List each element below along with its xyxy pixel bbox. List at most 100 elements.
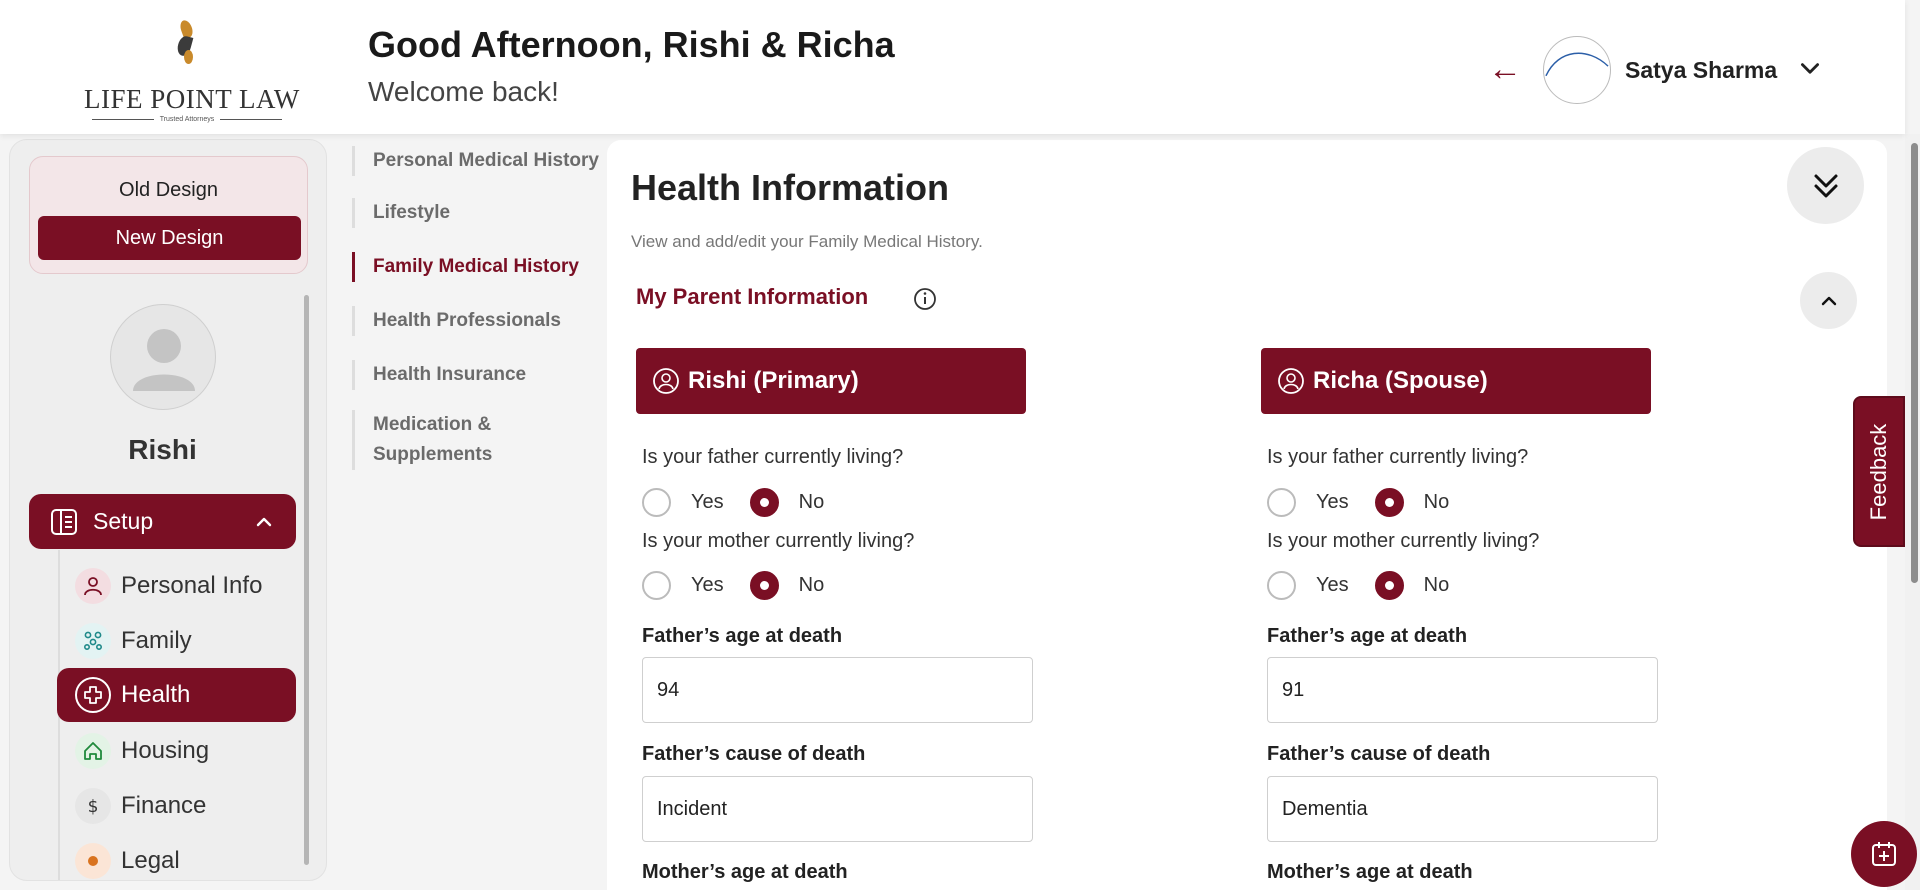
add-event-button[interactable] (1851, 821, 1917, 887)
mother-living-yes-radio[interactable] (1267, 571, 1296, 600)
subnav-label-line: Medication & (373, 414, 492, 435)
sidebar-item-label: Health (121, 681, 191, 708)
user-icon (75, 568, 111, 604)
back-arrow-icon[interactable]: ← (1488, 52, 1522, 86)
subnav-personal-medical-history[interactable]: Personal Medical History (352, 146, 602, 176)
sidebar-item-personal-info[interactable]: Personal Info (57, 559, 296, 613)
feedback-tab[interactable]: Feedback (1853, 396, 1905, 547)
father-age-label: Father’s age at death (1267, 625, 1468, 647)
new-design-button[interactable]: New Design (38, 216, 301, 260)
feedback-label: Feedback (1866, 423, 1891, 520)
sidebar-item-label: Personal Info (121, 572, 263, 599)
setup-section-toggle[interactable]: Setup (29, 494, 296, 549)
father-living-yes-radio[interactable] (1267, 488, 1296, 517)
father-living-yes-radio[interactable] (642, 488, 671, 517)
page-scrollbar-thumb[interactable] (1911, 143, 1918, 583)
mother-living-question: Is your mother currently living? (642, 530, 915, 552)
spouse-parent-column: Richa (Spouse) Is your father currently … (1261, 348, 1741, 883)
setup-label: Setup (93, 508, 154, 534)
subnav-label-line: Supplements (373, 444, 493, 465)
mother-age-label: Mother’s age at death (642, 861, 848, 883)
column-header-label: Richa (Spouse) (1313, 367, 1488, 394)
sidebar-panel-icon (51, 508, 77, 535)
mother-living-no-radio[interactable] (749, 571, 779, 600)
primary-parent-column: Rishi (Primary) Is your father currently… (636, 348, 1116, 883)
chevron-up-icon (256, 517, 272, 527)
subnav-health-insurance[interactable]: Health Insurance (352, 360, 602, 390)
sidebar-item-housing[interactable]: Housing (57, 724, 296, 778)
sidebar-item-finance[interactable]: $ Finance (57, 779, 296, 833)
father-age-input[interactable] (642, 657, 1033, 723)
collapse-all-button[interactable] (1787, 147, 1864, 224)
page-subtitle: View and add/edit your Family Medical Hi… (631, 232, 983, 251)
mother-living-radio-group: Yes No (1267, 571, 1475, 600)
main-panel: Health Information View and add/edit you… (607, 140, 1887, 890)
father-living-radio-group: Yes No (642, 488, 850, 517)
sidebar-item-legal[interactable]: Legal (57, 834, 296, 880)
father-cause-label: Father’s cause of death (1267, 743, 1491, 765)
radio-label: Yes (691, 491, 724, 513)
radio-label: No (798, 491, 825, 513)
info-icon[interactable] (912, 286, 938, 312)
father-living-radio-group: Yes No (1267, 488, 1475, 517)
person-circle-icon (1278, 368, 1304, 394)
sidebar-item-label: Legal (121, 847, 180, 874)
primary-column-header: Rishi (Primary) (636, 348, 1026, 414)
father-age-input[interactable] (1267, 657, 1658, 723)
user-avatar[interactable] (1543, 36, 1611, 104)
double-chevron-down-icon (1814, 174, 1837, 197)
old-design-button[interactable]: Old Design (30, 179, 307, 202)
family-icon (75, 623, 111, 659)
brand-logo[interactable]: LIFE POINT LAW Trusted Attorneys (84, 18, 300, 123)
profile-name: Rishi (128, 434, 197, 465)
father-living-question: Is your father currently living? (1267, 446, 1529, 468)
father-living-no-radio[interactable] (1374, 488, 1404, 517)
father-age-label: Father’s age at death (642, 625, 843, 647)
sidebar-item-family[interactable]: Family (57, 614, 296, 668)
app-header: LIFE POINT LAW Trusted Attorneys Good Af… (0, 0, 1905, 134)
person-circle-icon (653, 368, 679, 394)
mother-living-radio-group: Yes No (642, 571, 850, 600)
user-name[interactable]: Satya Sharma (1625, 57, 1777, 84)
father-cause-input[interactable] (1267, 776, 1658, 842)
radio-label: Yes (1316, 574, 1349, 596)
radio-label: No (798, 574, 825, 596)
father-cause-label: Father’s cause of death (642, 743, 866, 765)
sidebar-scrollbar[interactable] (304, 295, 309, 865)
svg-text:$: $ (88, 797, 99, 817)
profile-avatar[interactable] (110, 304, 216, 410)
radio-label: Yes (691, 574, 724, 596)
health-plus-icon (75, 677, 111, 713)
brand-tagline: Trusted Attorneys (84, 116, 290, 123)
home-icon (75, 733, 111, 769)
mother-living-no-radio[interactable] (1374, 571, 1404, 600)
legal-icon (75, 843, 111, 879)
mother-living-yes-radio[interactable] (642, 571, 671, 600)
father-living-question: Is your father currently living? (642, 446, 904, 468)
column-header-label: Rishi (Primary) (688, 367, 859, 394)
design-switcher: Old Design New Design (29, 156, 308, 274)
father-cause-input[interactable] (642, 776, 1033, 842)
spouse-column-header: Richa (Spouse) (1261, 348, 1651, 414)
chevron-down-icon[interactable] (1797, 56, 1823, 82)
father-living-no-radio[interactable] (749, 488, 779, 517)
section-collapse-button[interactable] (1800, 272, 1857, 329)
sidebar-item-health[interactable]: Health (57, 668, 296, 722)
left-sidebar: Old Design New Design Rishi Setup Person… (9, 139, 327, 881)
sidebar-item-label: Finance (121, 792, 207, 819)
section-title: My Parent Information (636, 284, 869, 309)
subnav-health-professionals[interactable]: Health Professionals (352, 306, 602, 336)
mother-age-label: Mother’s age at death (1267, 861, 1473, 883)
subnav-family-medical-history[interactable]: Family Medical History (352, 252, 602, 282)
subnav-medication-supplements[interactable]: Medication & Supplements (352, 410, 602, 470)
flame-logo-icon (172, 18, 202, 66)
greeting-subtitle: Welcome back! (368, 76, 559, 107)
radio-label: No (1423, 574, 1450, 596)
dollar-icon: $ (75, 788, 111, 824)
mother-living-question: Is your mother currently living? (1267, 530, 1540, 552)
subnav-lifestyle[interactable]: Lifestyle (352, 198, 602, 228)
brand-name: LIFE POINT LAW (84, 84, 300, 114)
chevron-up-icon (1821, 296, 1836, 305)
calendar-add-icon (1872, 842, 1896, 866)
page-title: Health Information (631, 167, 950, 208)
